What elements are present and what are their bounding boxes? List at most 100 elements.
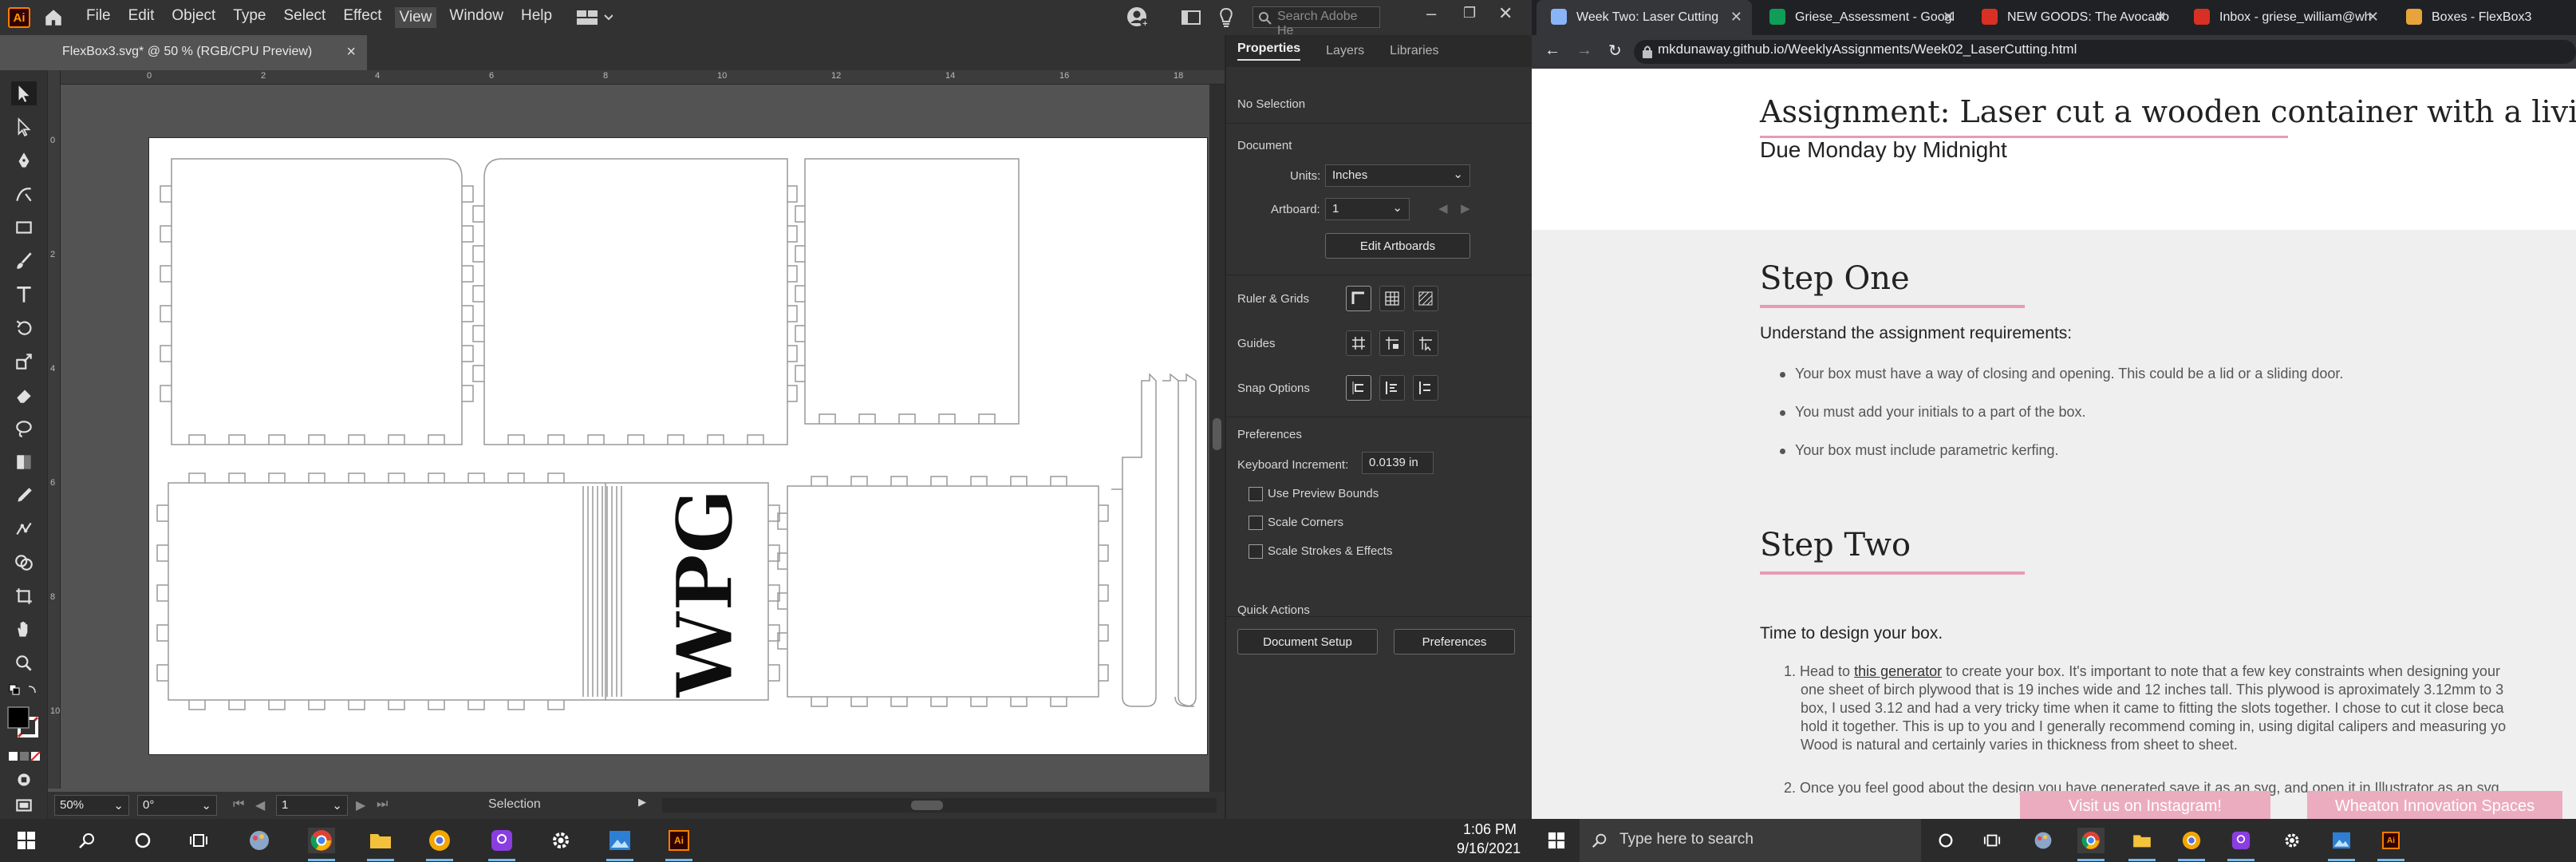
document-tab[interactable]: FlexBox3.svg* @ 50 % (RGB/CPU Preview) × bbox=[48, 35, 367, 70]
previous-artboard-icon[interactable]: ◀ bbox=[255, 797, 265, 813]
artwork-initials[interactable]: WPG bbox=[659, 488, 751, 698]
vertical-scrollbar[interactable] bbox=[1209, 85, 1225, 792]
curvature-tool-icon[interactable] bbox=[11, 182, 37, 206]
close-tab-icon[interactable]: ✕ bbox=[2367, 9, 2379, 26]
gradient-tool-icon[interactable] bbox=[11, 450, 37, 474]
menu-help[interactable]: Help bbox=[521, 7, 552, 28]
artboard-select[interactable]: 1 ⌄ bbox=[1325, 198, 1410, 220]
close-button[interactable]: ✕ bbox=[1498, 3, 1513, 24]
eyedropper-tool-icon[interactable] bbox=[11, 484, 37, 508]
document-setup-button[interactable]: Document Setup bbox=[1237, 629, 1378, 654]
use-preview-bounds-checkbox[interactable] bbox=[1249, 487, 1263, 501]
arrange-documents-icon[interactable] bbox=[576, 8, 613, 31]
menu-effect[interactable]: Effect bbox=[343, 7, 381, 28]
direct-selection-tool-icon[interactable] bbox=[11, 115, 37, 139]
home-icon[interactable] bbox=[43, 7, 64, 28]
url-text[interactable]: mkdunaway.github.io/WeeklyAssignments/We… bbox=[1658, 42, 2077, 57]
menu-object[interactable]: Object bbox=[172, 7, 215, 28]
scroll-thumb[interactable] bbox=[911, 801, 943, 810]
settings-icon[interactable] bbox=[547, 828, 574, 853]
close-tab-icon[interactable]: ✕ bbox=[1730, 9, 1742, 26]
selection-tool-icon[interactable] bbox=[11, 81, 37, 105]
last-artboard-icon[interactable]: ⏭ bbox=[377, 797, 388, 812]
smart-guides-icon[interactable] bbox=[1413, 330, 1438, 356]
menu-file[interactable]: File bbox=[86, 7, 111, 28]
menu-edit[interactable]: Edit bbox=[128, 7, 155, 28]
task-view-icon[interactable] bbox=[1978, 828, 2006, 853]
podcast-app-icon[interactable] bbox=[488, 828, 515, 861]
lasso-tool-icon[interactable] bbox=[11, 417, 37, 441]
pen-tool-icon[interactable] bbox=[11, 148, 37, 172]
tab-boxes[interactable]: Boxes - FlexBox3 bbox=[2392, 0, 2576, 35]
chrome-canary-icon[interactable] bbox=[426, 828, 453, 861]
task-view-icon[interactable] bbox=[185, 828, 212, 853]
app-icon[interactable] bbox=[2030, 828, 2057, 853]
tab-libraries[interactable]: Libraries bbox=[1390, 44, 1438, 58]
settings-icon[interactable] bbox=[2278, 828, 2306, 853]
tab-new-goods[interactable]: NEW GOODS: The Avocado ✕ bbox=[1967, 0, 2176, 35]
scale-corners-checkbox[interactable] bbox=[1249, 516, 1263, 530]
next-artboard-icon[interactable]: ▶ bbox=[356, 797, 365, 813]
horizontal-scrollbar[interactable] bbox=[662, 798, 1217, 813]
default-colors-icon[interactable] bbox=[8, 683, 40, 699]
paintbrush-tool-icon[interactable] bbox=[11, 249, 37, 273]
panel-layout-icon[interactable] bbox=[1181, 8, 1201, 31]
reload-icon[interactable]: ↻ bbox=[1608, 41, 1622, 61]
rotate-tool-icon[interactable] bbox=[11, 316, 37, 340]
edit-artboards-button[interactable]: Edit Artboards bbox=[1325, 233, 1470, 259]
scroll-thumb[interactable] bbox=[1213, 418, 1221, 450]
canvas[interactable]: WPG bbox=[61, 85, 1209, 792]
podcast-app-icon[interactable] bbox=[2227, 828, 2254, 861]
transparency-grid-icon[interactable] bbox=[1413, 286, 1438, 311]
chrome-taskbar-icon[interactable] bbox=[308, 828, 335, 861]
illustrator-taskbar-icon[interactable]: Ai bbox=[2377, 828, 2404, 861]
tab-properties[interactable]: Properties bbox=[1237, 42, 1301, 61]
close-tab-icon[interactable]: × bbox=[346, 43, 356, 61]
rectangle-tool-icon[interactable] bbox=[11, 216, 37, 239]
grid-icon[interactable] bbox=[1379, 286, 1405, 311]
menu-view[interactable]: View bbox=[394, 7, 437, 28]
forward-icon[interactable]: → bbox=[1576, 42, 1592, 60]
restore-button[interactable]: ❐ bbox=[1463, 5, 1476, 22]
keyboard-increment-field[interactable]: 0.0139 in bbox=[1362, 452, 1434, 474]
menu-select[interactable]: Select bbox=[284, 7, 326, 28]
windows-start-icon[interactable] bbox=[13, 828, 40, 853]
previous-artboard-icon[interactable]: ◀ bbox=[1438, 201, 1448, 216]
search-icon[interactable] bbox=[73, 828, 101, 853]
tab-griese-assessment[interactable]: Griese_Assessment - Googl ✕ bbox=[1755, 0, 1964, 35]
file-explorer-icon[interactable] bbox=[367, 828, 394, 861]
lock-guides-icon[interactable] bbox=[1379, 330, 1405, 356]
rotation-select[interactable]: 0° ⌄ bbox=[137, 795, 217, 816]
puppet-warp-tool-icon[interactable] bbox=[11, 517, 37, 541]
file-explorer-icon[interactable] bbox=[2128, 828, 2156, 861]
windows-start-icon[interactable] bbox=[1535, 819, 1580, 862]
scale-tool-icon[interactable] bbox=[11, 350, 37, 374]
photos-icon[interactable] bbox=[606, 828, 633, 861]
flexbox-artwork[interactable]: WPG bbox=[149, 138, 1209, 756]
status-menu-icon[interactable]: ▶ bbox=[638, 796, 646, 809]
menu-type[interactable]: Type bbox=[233, 7, 266, 28]
close-tab-icon[interactable]: ✕ bbox=[2155, 9, 2167, 26]
tab-inbox[interactable]: Inbox - griese_william@wh ✕ bbox=[2180, 0, 2389, 35]
type-tool-icon[interactable] bbox=[11, 283, 37, 306]
wheaton-button[interactable]: Wheaton Innovation Spaces bbox=[2307, 791, 2562, 819]
cortana-icon[interactable] bbox=[1932, 828, 1959, 853]
artboard-tool-icon[interactable] bbox=[11, 584, 37, 608]
next-artboard-icon[interactable]: ▶ bbox=[1461, 201, 1470, 216]
minimize-button[interactable]: – bbox=[1426, 3, 1436, 24]
lock-icon[interactable] bbox=[1642, 45, 1653, 59]
generator-link[interactable]: this generator bbox=[1854, 663, 1942, 679]
chrome-taskbar-icon[interactable] bbox=[2077, 828, 2105, 861]
clock-time[interactable]: 1:06 PM bbox=[1463, 821, 1517, 838]
snap-to-pixel-icon[interactable] bbox=[1379, 375, 1405, 401]
artboard-number-select[interactable]: 1 ⌄ bbox=[276, 795, 348, 816]
artboard[interactable]: WPG bbox=[148, 137, 1208, 755]
zoom-select[interactable]: 50% ⌄ bbox=[54, 795, 129, 816]
draw-mode-icon[interactable] bbox=[11, 768, 37, 792]
hand-tool-icon[interactable] bbox=[11, 618, 37, 642]
scale-strokes-checkbox[interactable] bbox=[1249, 544, 1263, 559]
photos-icon[interactable] bbox=[2328, 828, 2355, 861]
close-tab-icon[interactable]: ✕ bbox=[1943, 9, 1955, 26]
lightbulb-icon[interactable] bbox=[1217, 6, 1235, 33]
preferences-button[interactable]: Preferences bbox=[1394, 629, 1515, 654]
